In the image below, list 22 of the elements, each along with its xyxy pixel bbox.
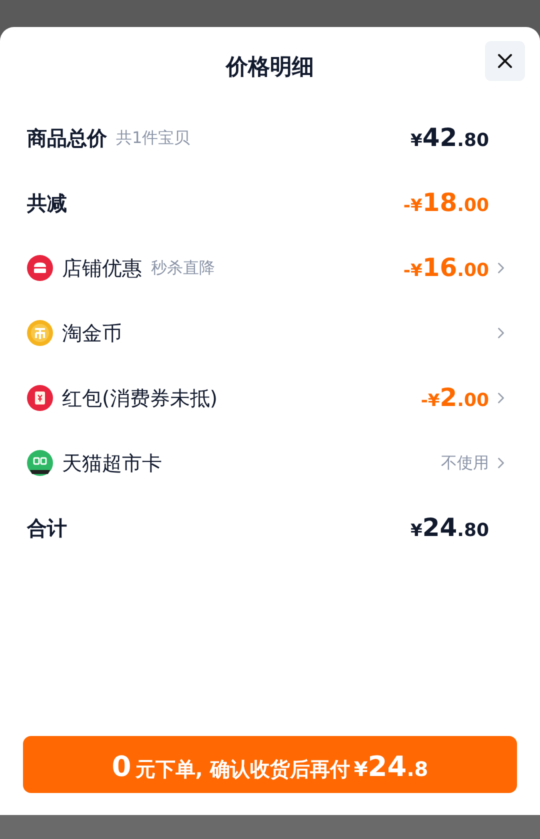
row-label: 淘金币: [62, 320, 122, 346]
market-icon: [27, 450, 53, 476]
row-label: 店铺优惠: [62, 254, 142, 282]
pay-button[interactable]: 0 元下单, 确认收货后再付 ¥24.8: [23, 736, 517, 793]
status-text: 不使用: [441, 452, 489, 474]
envelope-icon: [27, 384, 53, 410]
sheet-title: 价格明细: [226, 54, 314, 82]
row-note: 秒杀直降: [151, 256, 215, 278]
price: -¥16.00: [403, 252, 489, 284]
row-label: 红包(消费券未抵): [62, 384, 218, 412]
price: -¥2.00: [420, 382, 489, 414]
row-note: 共1件宝贝: [116, 126, 190, 148]
row-label: 天猫超市卡: [62, 450, 162, 476]
close-button[interactable]: [485, 41, 525, 81]
shop-icon: [27, 254, 53, 280]
price: -¥18.00: [403, 186, 489, 219]
row-label: 商品总价: [27, 124, 107, 152]
coin-icon: [27, 320, 53, 346]
price: ¥42.80: [410, 122, 489, 154]
row-label: 共减: [27, 190, 67, 216]
price: ¥24.80: [410, 512, 489, 544]
row-label: 合计: [27, 514, 67, 542]
